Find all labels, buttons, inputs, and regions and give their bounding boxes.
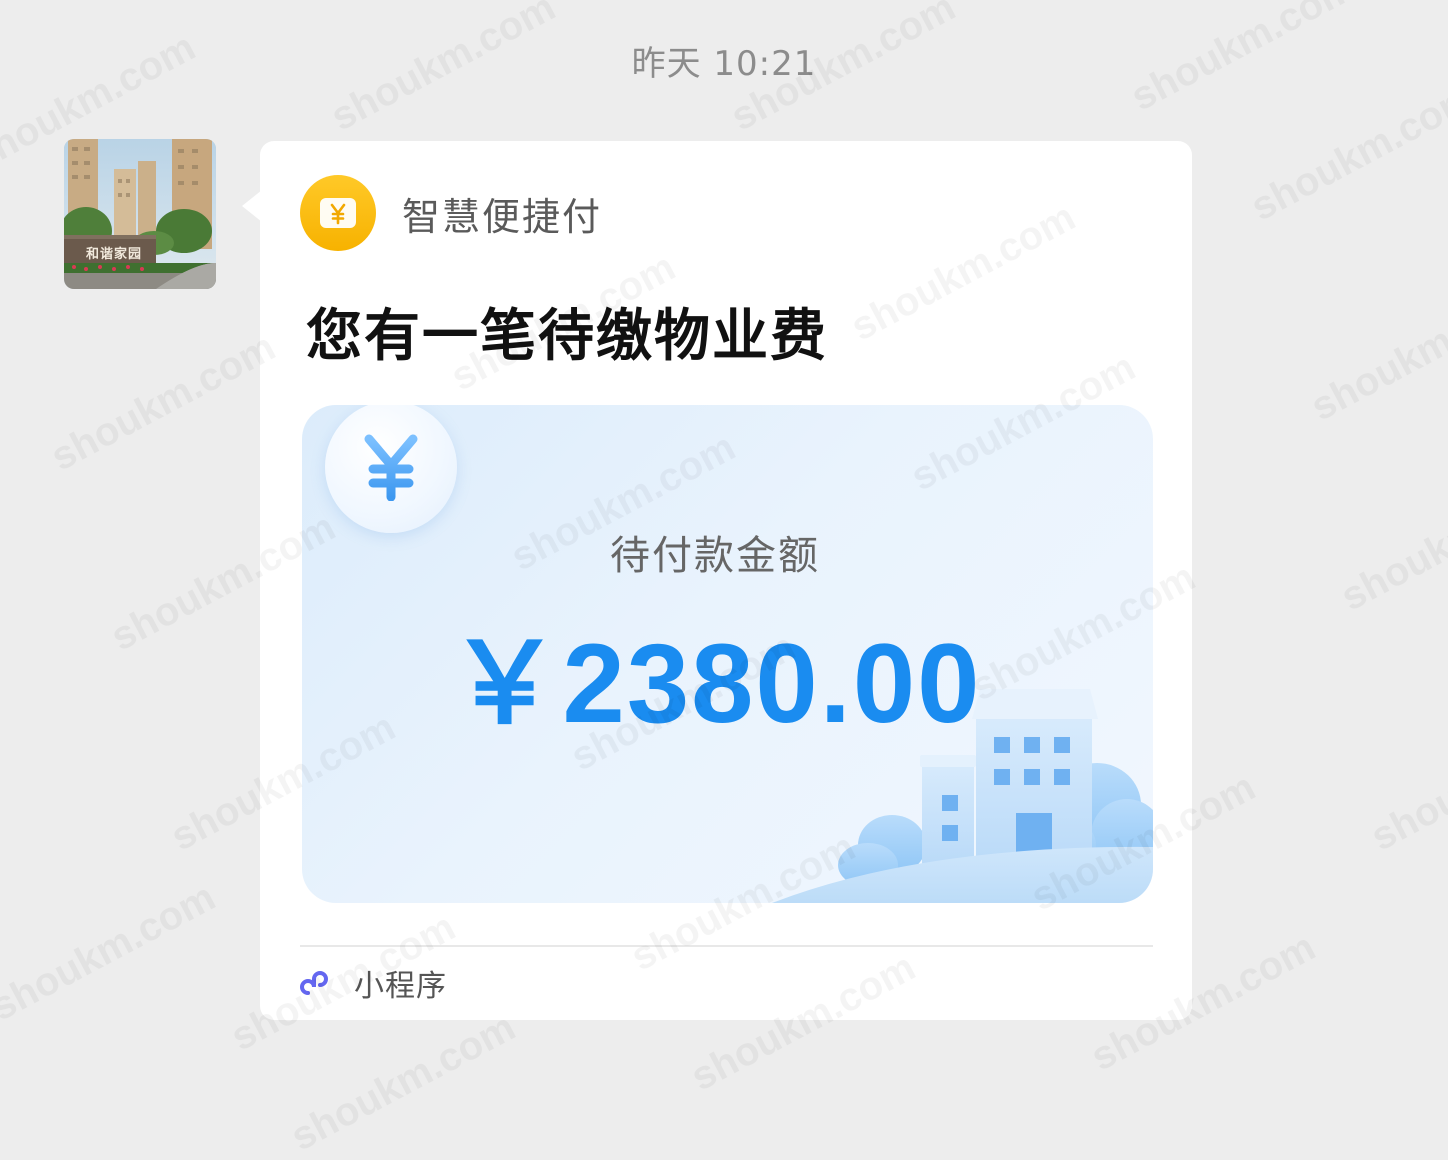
payment-amount-panel: 待付款金额 ￥2380.00 [302,405,1153,903]
watermark-text: shoukm.com [0,875,223,1031]
avatar-sign-text: 和谐家园 [86,247,143,262]
card-title: 您有一笔待缴物业费 [306,304,828,369]
watermark-text: shoukm.com [1334,465,1448,621]
mini-program-icon [300,971,328,995]
brand-name: 智慧便捷付 [402,194,603,239]
watermark-text: shoukm.com [284,1005,523,1160]
mini-program-label: 小程序 [354,969,447,1004]
yen-icon [325,405,457,533]
watermark-text: shoukm.com [1304,275,1448,431]
message-timestamp: 昨天 10:21 [631,44,817,84]
card-footer: 小程序 [300,961,447,1005]
yen-wallet-icon [300,175,376,251]
residential-building-photo [64,139,216,289]
watermark-text: shoukm.com [1364,705,1448,861]
card-divider [300,945,1153,947]
watermark-text: shoukm.com [44,325,283,481]
building-illustration [772,689,1153,903]
card-brand-row: 智慧便捷付 [300,175,602,251]
amount-label: 待付款金额 [610,533,820,579]
mini-program-card[interactable]: 智慧便捷付 您有一笔待缴物业费 待付款金额 ￥2380.00 小程序 [260,141,1192,1020]
sender-avatar[interactable]: 和谐家园 [64,139,216,289]
watermark-text: shoukm.com [1244,75,1448,231]
message-bubble-tail [242,190,262,222]
